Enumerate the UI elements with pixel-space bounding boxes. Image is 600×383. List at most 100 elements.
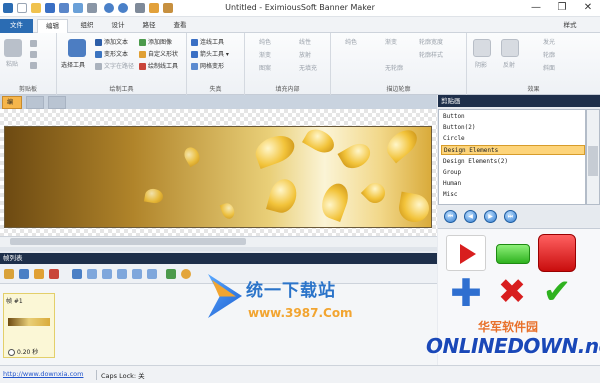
doc-tab-2[interactable] bbox=[26, 96, 44, 109]
banner-artwork[interactable] bbox=[4, 126, 432, 228]
add-text-label: 添加文本 bbox=[104, 39, 129, 46]
previous-icon[interactable]: ◀ bbox=[464, 210, 477, 223]
last-icon[interactable]: ⏭ bbox=[504, 210, 517, 223]
frame-duration[interactable]: 0.20 秒 bbox=[8, 347, 38, 356]
connect-tool-button[interactable]: 连线工具 bbox=[191, 38, 224, 47]
clipart-plus-icon[interactable]: ✚ bbox=[448, 274, 484, 312]
outline-gradient[interactable]: 渐变 bbox=[385, 38, 397, 47]
effect-shadow[interactable]: 阴影 bbox=[475, 61, 487, 70]
duplicate-frame-icon[interactable] bbox=[34, 269, 44, 279]
pencil-icon bbox=[139, 63, 146, 70]
frame-tool-icon[interactable] bbox=[132, 269, 142, 279]
fill-solid[interactable]: 纯色 bbox=[259, 38, 271, 47]
list-item[interactable]: Misc bbox=[441, 190, 585, 200]
group-effects-label: 效果 bbox=[527, 86, 540, 93]
close-button[interactable]: ✕ bbox=[576, 0, 600, 16]
drop-shape bbox=[219, 201, 237, 221]
frame-thumbnail[interactable]: 帧 #1 0.20 秒 bbox=[3, 293, 55, 358]
clipart-cross-icon[interactable]: ✖ bbox=[494, 275, 530, 309]
insert-frame-icon[interactable] bbox=[19, 269, 29, 279]
select-tool-icon[interactable] bbox=[68, 39, 86, 57]
add-frame-icon[interactable] bbox=[4, 269, 14, 279]
drop-shape bbox=[381, 127, 423, 164]
select-tool-label[interactable]: 选择工具 bbox=[61, 61, 85, 70]
document-tabs: 编辑 bbox=[0, 95, 437, 118]
paste-big-icon[interactable] bbox=[4, 39, 22, 57]
clipart-play-button[interactable] bbox=[446, 235, 486, 271]
tab-design[interactable]: 设计 bbox=[105, 19, 131, 33]
paste-label[interactable]: 粘贴 bbox=[6, 60, 18, 69]
frame-tool-icon[interactable] bbox=[147, 269, 157, 279]
tab-file[interactable]: 文件 bbox=[0, 19, 33, 33]
list-item-selected[interactable]: Design Elements bbox=[441, 145, 585, 155]
list-item[interactable]: Button(2) bbox=[441, 123, 585, 133]
clipart-minus-bar[interactable] bbox=[496, 244, 530, 264]
ribbon-tabs: 文件 编辑 组织 设计 路径 查看 样式 bbox=[0, 17, 600, 33]
frame-tool-icon[interactable] bbox=[87, 269, 97, 279]
drop-shape bbox=[317, 179, 353, 223]
group-interior-label: 填充内部 bbox=[275, 86, 300, 93]
clipart-check-icon[interactable]: ✔ bbox=[538, 275, 576, 309]
next-icon[interactable]: ▶ bbox=[484, 210, 497, 223]
fill-linear[interactable]: 线性 bbox=[299, 38, 311, 47]
doc-tab-edit[interactable]: 编辑 bbox=[2, 96, 22, 118]
drop-shape bbox=[181, 144, 203, 168]
transform-text-button[interactable]: 变形文本 bbox=[95, 50, 128, 59]
text-on-path-button[interactable]: 文字在路径 bbox=[95, 62, 134, 71]
effect-glow[interactable]: 发光 bbox=[543, 38, 555, 47]
scrollbar-thumb[interactable] bbox=[588, 146, 598, 176]
draw-line-button[interactable]: 绘制线工具 bbox=[139, 62, 178, 71]
tab-organize[interactable]: 组织 bbox=[74, 19, 100, 33]
frame-tool-icon[interactable] bbox=[117, 269, 127, 279]
play-icon[interactable] bbox=[166, 269, 176, 279]
fill-pattern[interactable]: 图案 bbox=[259, 64, 271, 73]
list-item[interactable]: Group bbox=[441, 168, 585, 178]
frame-tool-icon[interactable] bbox=[102, 269, 112, 279]
status-link[interactable]: http://www.downxia.com bbox=[3, 370, 83, 378]
effect-bevel[interactable]: 斜面 bbox=[543, 64, 555, 73]
first-icon[interactable]: ⏮ bbox=[444, 210, 457, 223]
minimize-button[interactable]: — bbox=[524, 0, 548, 16]
shadow-effect-icon[interactable] bbox=[473, 39, 491, 57]
style-menu[interactable]: 样式 bbox=[556, 19, 584, 33]
list-item[interactable]: Design Elements(2) bbox=[441, 157, 585, 167]
fill-none[interactable]: 无填充 bbox=[299, 64, 317, 73]
clipart-red-button[interactable] bbox=[538, 234, 576, 272]
fill-radial[interactable]: 放射 bbox=[299, 51, 311, 60]
outline-none[interactable]: 无轮廓 bbox=[385, 64, 403, 73]
frame-tool-icon[interactable] bbox=[72, 269, 82, 279]
list-item[interactable]: Human bbox=[441, 179, 585, 189]
outline-solid[interactable]: 纯色 bbox=[345, 38, 357, 47]
outline-width[interactable]: 轮廓宽度 bbox=[419, 38, 443, 47]
delete-icon bbox=[30, 62, 37, 69]
tab-view[interactable]: 查看 bbox=[167, 19, 193, 33]
effect-outline[interactable]: 轮廓 bbox=[543, 51, 555, 60]
settings-icon[interactable] bbox=[181, 269, 191, 279]
delete-frame-icon[interactable] bbox=[49, 269, 59, 279]
outline-style[interactable]: 轮廓样式 bbox=[419, 51, 443, 60]
arrow-tool-button[interactable]: 箭头工具 ▾ bbox=[191, 50, 229, 59]
doc-tab-3[interactable] bbox=[48, 96, 66, 109]
restore-button[interactable]: ❐ bbox=[550, 0, 574, 16]
clipart-nav: ⏮ ◀ ▶ ⏭ bbox=[438, 207, 600, 227]
clipart-category-list[interactable]: Button Button(2) Circle Design Elements … bbox=[438, 109, 586, 205]
effect-reflection[interactable]: 反射 bbox=[503, 61, 515, 70]
arrow-tool-label: 箭头工具 bbox=[200, 51, 225, 58]
ribbon: 粘贴 剪贴板 选择工具 添加文本 变形文本 文字在路径 添加图像 自定义形状 绘… bbox=[0, 33, 600, 95]
cut-button[interactable] bbox=[30, 39, 39, 48]
list-item[interactable]: Button bbox=[441, 112, 585, 122]
add-text-button[interactable]: 添加文本 bbox=[95, 38, 128, 47]
fill-gradient[interactable]: 渐变 bbox=[259, 51, 271, 60]
tab-edit[interactable]: 编辑 bbox=[37, 19, 68, 33]
custom-shape-button[interactable]: 自定义形状 bbox=[139, 50, 178, 59]
scrollbar-thumb[interactable] bbox=[10, 238, 246, 245]
custom-shape-label: 自定义形状 bbox=[148, 51, 179, 58]
mesh-tool-label: 网格变形 bbox=[200, 63, 225, 70]
add-image-button[interactable]: 添加图像 bbox=[139, 38, 172, 47]
reflection-effect-icon[interactable] bbox=[501, 39, 519, 57]
tab-path[interactable]: 路径 bbox=[136, 19, 162, 33]
copy-button[interactable] bbox=[30, 50, 39, 59]
delete-button[interactable] bbox=[30, 61, 39, 70]
mesh-tool-button[interactable]: 网格变形 bbox=[191, 62, 224, 71]
list-item[interactable]: Circle bbox=[441, 134, 585, 144]
